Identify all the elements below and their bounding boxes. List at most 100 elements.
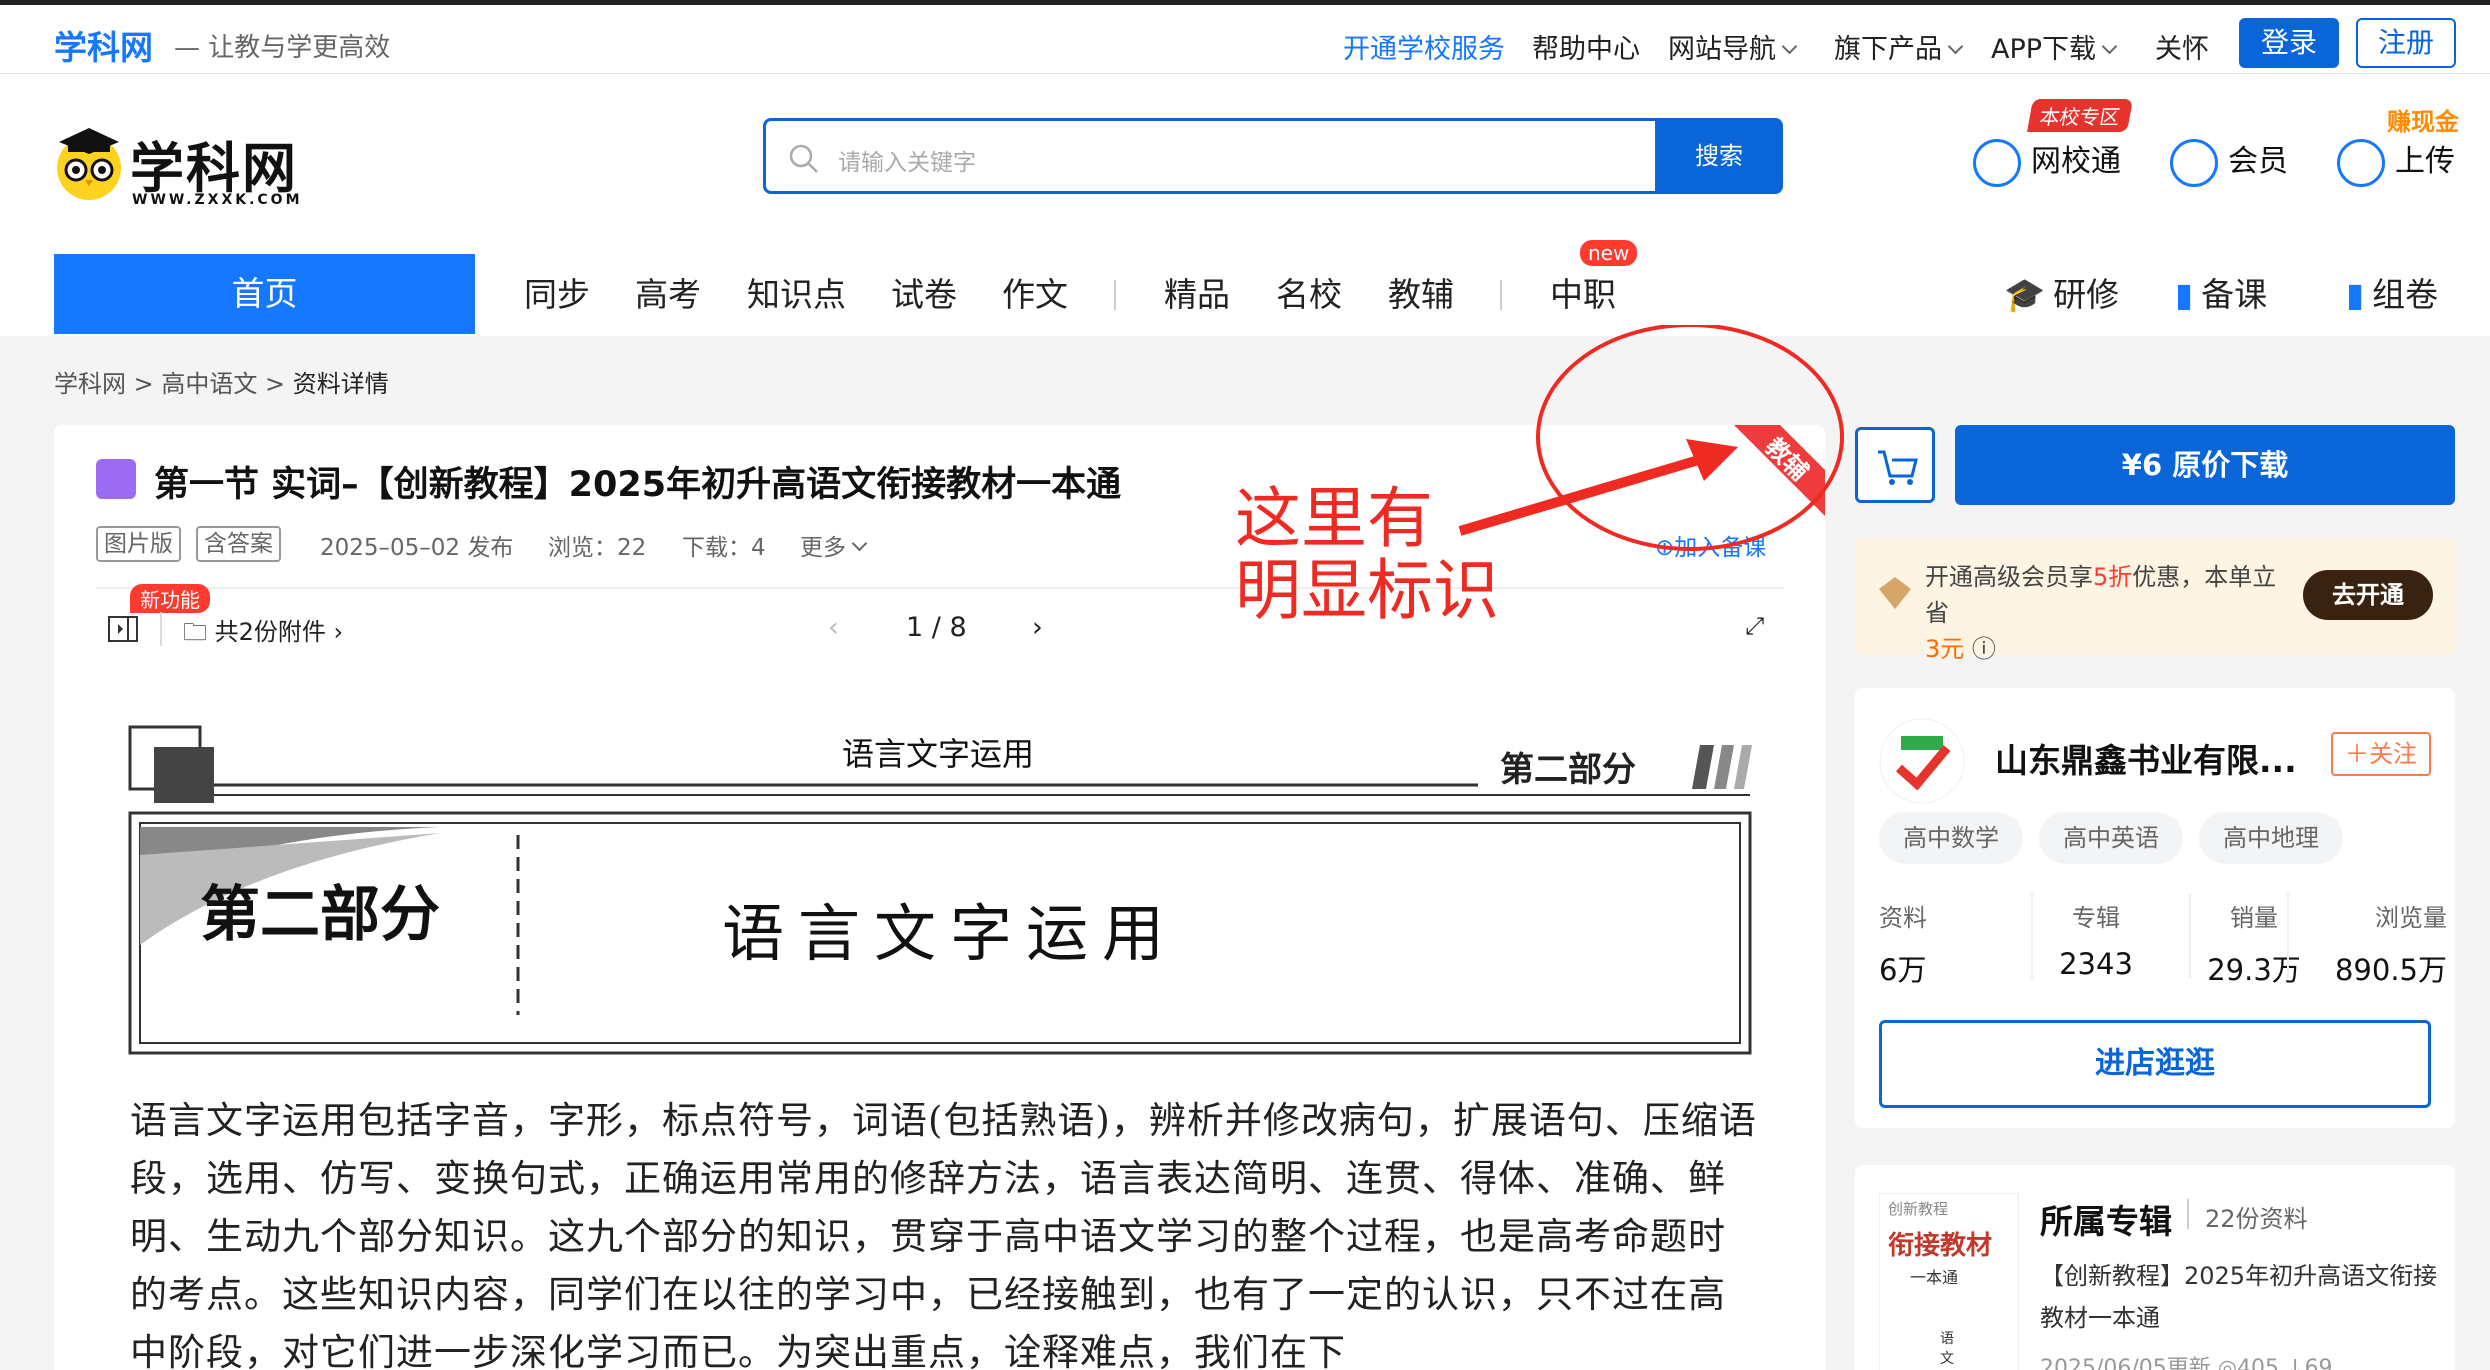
annotation-line1: 这里有 (1235, 480, 1433, 557)
divider (2287, 894, 2289, 978)
nav-compose-paper[interactable]: ▮ 组卷 (2346, 256, 2438, 334)
album-cover-brand: 创新教程 (1888, 1200, 1949, 1218)
nav-knowledge[interactable]: 知识点 (747, 256, 846, 334)
breadcrumb-home[interactable]: 学科网 (54, 370, 126, 398)
add-to-cart-button[interactable] (1855, 427, 1935, 503)
login-button[interactable]: 登录 (2239, 18, 2339, 68)
nav-training-label: 研修 (2053, 275, 2120, 314)
nav-exams[interactable]: 试卷 (891, 256, 957, 334)
page-header-text: 语言文字运用 (842, 735, 1034, 773)
site-logo[interactable]: 学科网 WWW.ZXXK.COM (54, 120, 300, 208)
member-link-label: 会员 (2228, 144, 2288, 179)
nav-gaokao[interactable]: 高考 (635, 256, 701, 334)
stat-label: 浏览量 (2375, 904, 2447, 932)
upload-icon (2337, 138, 2385, 187)
stat-albums: 专辑 2343 (2021, 898, 2171, 981)
shop-tag[interactable]: 高中地理 (2199, 812, 2343, 864)
help-center-link[interactable]: 帮助中心 (1532, 27, 1640, 66)
care-link[interactable]: 关怀 (2155, 27, 2209, 66)
download-button[interactable]: ¥6 原价下载 (1955, 425, 2455, 505)
nav-training[interactable]: 🎓 研修 (2004, 256, 2119, 334)
info-icon: ⓘ (1971, 635, 1996, 663)
follow-button[interactable]: ＋关注 (2331, 732, 2431, 776)
chevron-down-icon (1781, 38, 1798, 55)
promo-text-a: 开通高级会员享 (1925, 563, 2093, 591)
more-menu[interactable]: 更多 (800, 528, 868, 562)
promo-discount: 5折 (2093, 563, 2133, 591)
book-icon: ▮ (2175, 275, 2194, 314)
chip-with-answers: 含答案 (196, 526, 281, 562)
banner-title-text: 语言文字运用 (722, 897, 1178, 970)
stat-label: 资料 (1879, 904, 1927, 932)
breadcrumb-subject[interactable]: 高中语文 (161, 370, 257, 398)
app-download-menu[interactable]: APP下载 (1991, 27, 2118, 66)
school-link-label: 网校通 (2031, 144, 2121, 179)
search-input[interactable]: 请输入关键字 (838, 143, 976, 177)
nav-tutorial[interactable]: 教辅 (1388, 256, 1454, 334)
album-card: 创新教程 衔接教材 一本通 语文 所属专辑 22份资料 【创新教程】2025年初… (1855, 1165, 2455, 1370)
album-cover[interactable]: 创新教程 衔接教材 一本通 语文 (1879, 1193, 2019, 1370)
slogan: — 让教与学更高效 (174, 33, 391, 63)
shop-name[interactable]: 山东鼎鑫书业有限... (1995, 734, 2297, 782)
annotation-text: 这里有 明显标识 (1235, 483, 1499, 627)
document-title: 第一节 实词–【创新教程】2025年初升高语文衔接教材一本通 (154, 465, 1122, 505)
divider (2187, 1199, 2189, 1229)
upload-link[interactable]: 上传 (2337, 136, 2455, 187)
divider (2189, 894, 2191, 978)
upload-link-label: 上传 (2395, 144, 2455, 179)
nav-essay[interactable]: 作文 (1002, 256, 1068, 334)
chip-image-version: 图片版 (96, 526, 181, 562)
search-icon (789, 144, 818, 173)
shop-tag[interactable]: 高中英语 (2039, 812, 2183, 864)
earn-cash-badge: 赚现金 (2387, 108, 2459, 136)
nav-premium[interactable]: 精品 (1164, 256, 1230, 334)
brand-link[interactable]: 学科网 (54, 21, 153, 69)
products-menu[interactable]: 旗下产品 (1834, 27, 1964, 66)
diamond-icon (1879, 577, 1911, 609)
nav-sync[interactable]: 同步 (524, 256, 590, 334)
graduation-cap-icon: 🎓 (2004, 275, 2046, 314)
promo-save: 3元 (1925, 635, 1965, 663)
logo-url: WWW.ZXXK.COM (132, 192, 303, 208)
shop-tag[interactable]: 高中数学 (1879, 812, 2023, 864)
stat-views: 浏览量 890.5万 (2297, 898, 2447, 989)
open-vip-button[interactable]: 去开通 (2303, 570, 2433, 620)
album-meta: 2025/06/05更新 ◎405 ↓69 (2040, 1350, 2332, 1370)
nav-prepare[interactable]: ▮ 备课 (2175, 256, 2267, 334)
search-box[interactable]: 请输入关键字 搜索 (763, 118, 1783, 194)
prev-page-button[interactable]: ‹ (828, 612, 839, 643)
sidebar-toggle-icon[interactable] (108, 616, 138, 642)
school-service-link[interactable]: 开通学校服务 (1343, 27, 1505, 66)
nav-vocational[interactable]: 中职 (1550, 256, 1616, 334)
document-page-header: 语言文字运用 第二部分 第二部分 语言文字运用 (128, 725, 1752, 1055)
fullscreen-icon[interactable]: ⤢ (1745, 612, 1764, 640)
more-label: 更多 (800, 535, 846, 561)
divider (2031, 894, 2033, 978)
promo-text: 开通高级会员享5折优惠，本单立省 3元 ⓘ (1925, 559, 2295, 667)
publish-date: 2025–05–02 发布 (320, 535, 514, 561)
album-desc[interactable]: 【创新教程】2025年初升高语文衔接教材一本通 (2040, 1255, 2440, 1339)
stat-materials: 资料 6万 (1879, 898, 2029, 989)
site-nav-menu[interactable]: 网站导航 (1668, 27, 1798, 66)
school-link[interactable]: 网校通 (1973, 136, 2121, 187)
nav-prepare-label: 备课 (2201, 275, 2268, 314)
album-downloads: 69 (2304, 1356, 2333, 1370)
nav-home[interactable]: 首页 (54, 254, 475, 334)
visit-shop-button[interactable]: 进店逛逛 (1879, 1020, 2431, 1108)
breadcrumb-current: 资料详情 (292, 370, 389, 398)
stat-label: 专辑 (2072, 904, 2120, 932)
nav-famous-schools[interactable]: 名校 (1276, 256, 1342, 334)
album-count: 22份资料 (2205, 1205, 2308, 1233)
download-count: 下载：4 (682, 535, 766, 561)
new-feature-badge: 新功能 (130, 584, 210, 613)
next-page-button[interactable]: › (1032, 612, 1043, 643)
attachments-link[interactable]: 🗀 共2份附件 › (183, 612, 343, 656)
folder-icon: 🗀 (183, 618, 207, 646)
register-button[interactable]: 注册 (2356, 18, 2456, 68)
shield-icon (1973, 138, 2021, 187)
search-button[interactable]: 搜索 (1655, 118, 1783, 194)
member-link[interactable]: 会员 (2170, 136, 2288, 187)
nav-divider (1114, 280, 1116, 310)
chevron-down-icon (2101, 38, 2118, 55)
attachments-label: 共2份附件 (214, 618, 326, 646)
